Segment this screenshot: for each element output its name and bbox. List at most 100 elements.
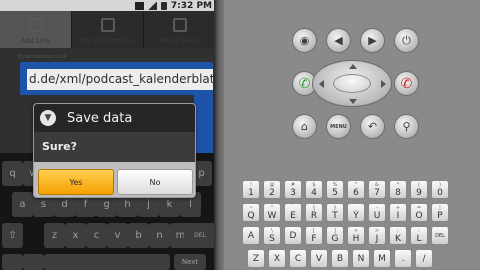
hardware-key[interactable]: } T [326,203,344,222]
dpad-right-icon[interactable] [381,80,386,88]
hardware-key[interactable]: N [352,249,370,268]
hardware-key[interactable]: | P [431,203,449,222]
volume-up-button[interactable]: ▶ [360,28,385,53]
key-letter: 7 [374,187,380,198]
news-icon [172,18,187,32]
hardware-key[interactable]: ^ 6 [347,180,365,199]
tab-read-news[interactable]: Read News [144,11,216,48]
soft-key[interactable]: v [107,223,128,248]
volume-down-button[interactable]: ◀ [326,28,351,53]
hardware-key[interactable]: {R [305,203,323,222]
settings-key[interactable] [23,254,44,270]
soft-key[interactable]: q [2,161,23,186]
hardware-key[interactable]: [F [305,226,323,245]
status-clock: 7:32 PM [170,0,212,11]
hardware-key[interactable]: #3 [284,180,302,199]
key-letter: G [331,233,339,244]
end-call-button[interactable]: ✆ [394,71,419,96]
hardware-key[interactable]: D [284,226,302,245]
hardware-key[interactable]: ` E [284,203,302,222]
key-letter: 8 [395,187,401,198]
search-button[interactable]: ⚲ [394,114,419,139]
soft-key[interactable]: n [149,223,170,248]
hardware-key[interactable]: -U [368,203,386,222]
hardware-key[interactable]: @2 [263,180,281,199]
status-bar: 7:32 PM [0,0,216,11]
dpad-left-icon[interactable] [319,80,324,88]
hardware-key[interactable]: ) 0 [431,180,449,199]
hardware-key[interactable]: M [373,249,391,268]
key-letter: 5 [332,187,338,198]
key-letter: N [357,253,365,264]
focus-highlight [194,95,213,155]
back-icon: ↶ [367,120,378,133]
home-button[interactable]: ⌂ [292,114,317,139]
hardware-key[interactable]: ! 1 [242,180,260,199]
url-input[interactable]: d.de/xml/podcast_kalenderblatt [27,69,213,90]
key-letter: . [401,253,405,264]
hardware-key[interactable]: DEL [431,226,449,245]
key-letter: A [247,230,255,241]
key-letter: / [422,253,426,264]
dpad[interactable] [312,60,392,107]
dpad-up-icon[interactable] [349,64,357,69]
camera-button[interactable]: ◉ [292,28,317,53]
tab-add-link[interactable]: Add Link [0,11,72,48]
hardware-key[interactable]: Z [247,249,265,268]
shift-key[interactable]: ⇧ [2,223,23,248]
hardware-key[interactable]: = O [410,203,428,222]
dialog-button-bar: Yes No [34,162,195,197]
hardware-key[interactable]: < H [347,226,365,245]
camera-icon: ◉ [299,34,310,47]
tab-label: Read News [160,37,199,45]
soft-key[interactable]: x [65,223,86,248]
hardware-key[interactable]: + I [389,203,407,222]
hardware-key[interactable]: B [331,249,349,268]
hardware-key[interactable]: % 5 [326,180,344,199]
hardware-key[interactable]: ; K [389,226,407,245]
hardware-key[interactable]: X [268,249,286,268]
hardware-key[interactable]: * 8 [389,180,407,199]
hardware-key[interactable]: ] G [326,226,344,245]
hardware-key[interactable]: / [415,249,433,268]
hardware-key[interactable]: ~ Q [242,203,260,222]
yes-button[interactable]: Yes [38,169,114,195]
soft-key[interactable]: z [44,223,65,248]
key-letter: C [294,253,302,264]
bookmarks-icon [100,18,115,32]
menu-button[interactable]: MENU [326,114,351,139]
tab-my-bookmarks[interactable]: My Bookmarks [72,11,144,48]
key-letter: R [310,210,318,221]
hardware-key[interactable]: C [289,249,307,268]
dpad-down-icon[interactable] [349,99,357,104]
space-key[interactable] [44,254,170,270]
hardware-key[interactable]: > J [368,226,386,245]
key-letter: J [375,233,379,244]
soft-key[interactable]: a [12,192,33,217]
dpad-center-button[interactable] [333,74,371,93]
hardware-key[interactable]: \ S [263,226,281,245]
hardware-key[interactable]: V [310,249,328,268]
back-button[interactable]: ↶ [360,114,385,139]
power-button[interactable]: ⏻ [394,28,419,53]
hardware-key[interactable]: $4 [305,180,323,199]
hardware-key[interactable]: & 7 [368,180,386,199]
symbols-key[interactable] [2,254,23,270]
no-button[interactable]: No [117,169,193,195]
key-letter: O [415,210,423,221]
hardware-key[interactable]: :L [410,226,428,245]
soft-key[interactable]: c [86,223,107,248]
key-letter: I [396,210,400,221]
soft-delete-key[interactable]: DEL [184,223,216,248]
next-key[interactable]: Next [174,254,206,270]
hardware-key[interactable]: _ Y [347,203,365,222]
hardware-key[interactable]: A [242,226,260,245]
hardware-key[interactable]: " W [263,203,281,222]
screen-bezel [214,0,224,270]
search-icon: ⚲ [402,120,411,133]
key-letter: S [269,233,275,244]
hardware-key[interactable]: . [394,249,412,268]
hardware-key[interactable]: (9 [410,180,428,199]
key-letter: Y [353,210,359,221]
soft-key[interactable]: b [128,223,149,248]
